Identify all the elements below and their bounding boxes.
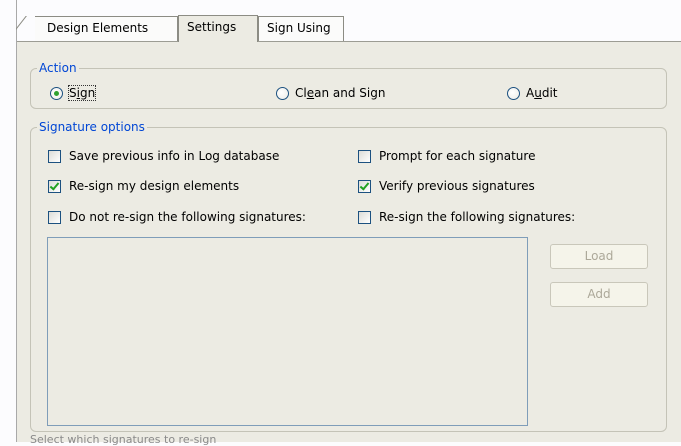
load-button[interactable]: Load	[550, 244, 648, 269]
checkbox-label: Verify previous signatures	[379, 179, 535, 193]
checkbox-unchecked-icon	[358, 210, 371, 224]
checkbox-label: Re-sign the following signatures:	[379, 210, 576, 224]
signature-options-legend: Signature options	[37, 120, 147, 134]
status-text: Select which signatures to re-sign	[30, 433, 217, 446]
tab-label: Design Elements	[47, 21, 149, 35]
radio-empty-icon	[276, 86, 289, 100]
checkbox-checked-icon	[48, 179, 61, 193]
checkbox-save-previous-info[interactable]: Save previous info in Log database	[48, 149, 279, 163]
radio-empty-icon	[507, 86, 520, 100]
checkbox-label: Prompt for each signature	[379, 149, 536, 163]
checkbox-verify-previous-signatures[interactable]: Verify previous signatures	[358, 179, 535, 193]
signatures-list[interactable]	[47, 237, 528, 426]
tab-sign-using[interactable]: Sign Using	[258, 16, 344, 41]
checkbox-checked-icon	[358, 179, 371, 193]
checkbox-re-sign-my-design-elements[interactable]: Re-sign my design elements	[48, 179, 239, 193]
radio-audit-label: Audit	[526, 86, 558, 100]
add-button[interactable]: Add	[550, 282, 648, 307]
tab-design-elements[interactable]: Design Elements	[35, 16, 178, 41]
radio-clean-and-sign[interactable]: Clean and Sign	[276, 86, 385, 100]
checkbox-unchecked-icon	[48, 149, 61, 163]
radio-sign-label: Sign	[67, 85, 97, 101]
checkbox-do-not-re-sign-following[interactable]: Do not re-sign the following signatures:	[48, 210, 306, 224]
tab-label: Settings	[187, 20, 237, 34]
checkbox-prompt-each-signature[interactable]: Prompt for each signature	[358, 149, 535, 163]
tab-settings[interactable]: Settings	[178, 15, 258, 42]
checkbox-label: Save previous info in Log database	[69, 149, 280, 163]
checkbox-re-sign-following[interactable]: Re-sign the following signatures:	[358, 210, 575, 224]
radio-sign[interactable]: Sign	[50, 85, 97, 101]
action-legend: Action	[37, 61, 79, 75]
tab-label: Sign Using	[267, 21, 331, 35]
radio-audit[interactable]: Audit	[507, 86, 557, 100]
checkbox-label: Do not re-sign the following signatures:	[69, 210, 306, 224]
checkbox-unchecked-icon	[48, 210, 61, 224]
tab-strip-line	[17, 41, 681, 42]
checkbox-unchecked-icon	[358, 149, 371, 163]
radio-label-text: Sign	[69, 86, 96, 100]
checkbox-label: Re-sign my design elements	[69, 179, 240, 193]
radio-selected-icon	[50, 86, 63, 100]
radio-clean-and-sign-label: Clean and Sign	[295, 86, 386, 100]
